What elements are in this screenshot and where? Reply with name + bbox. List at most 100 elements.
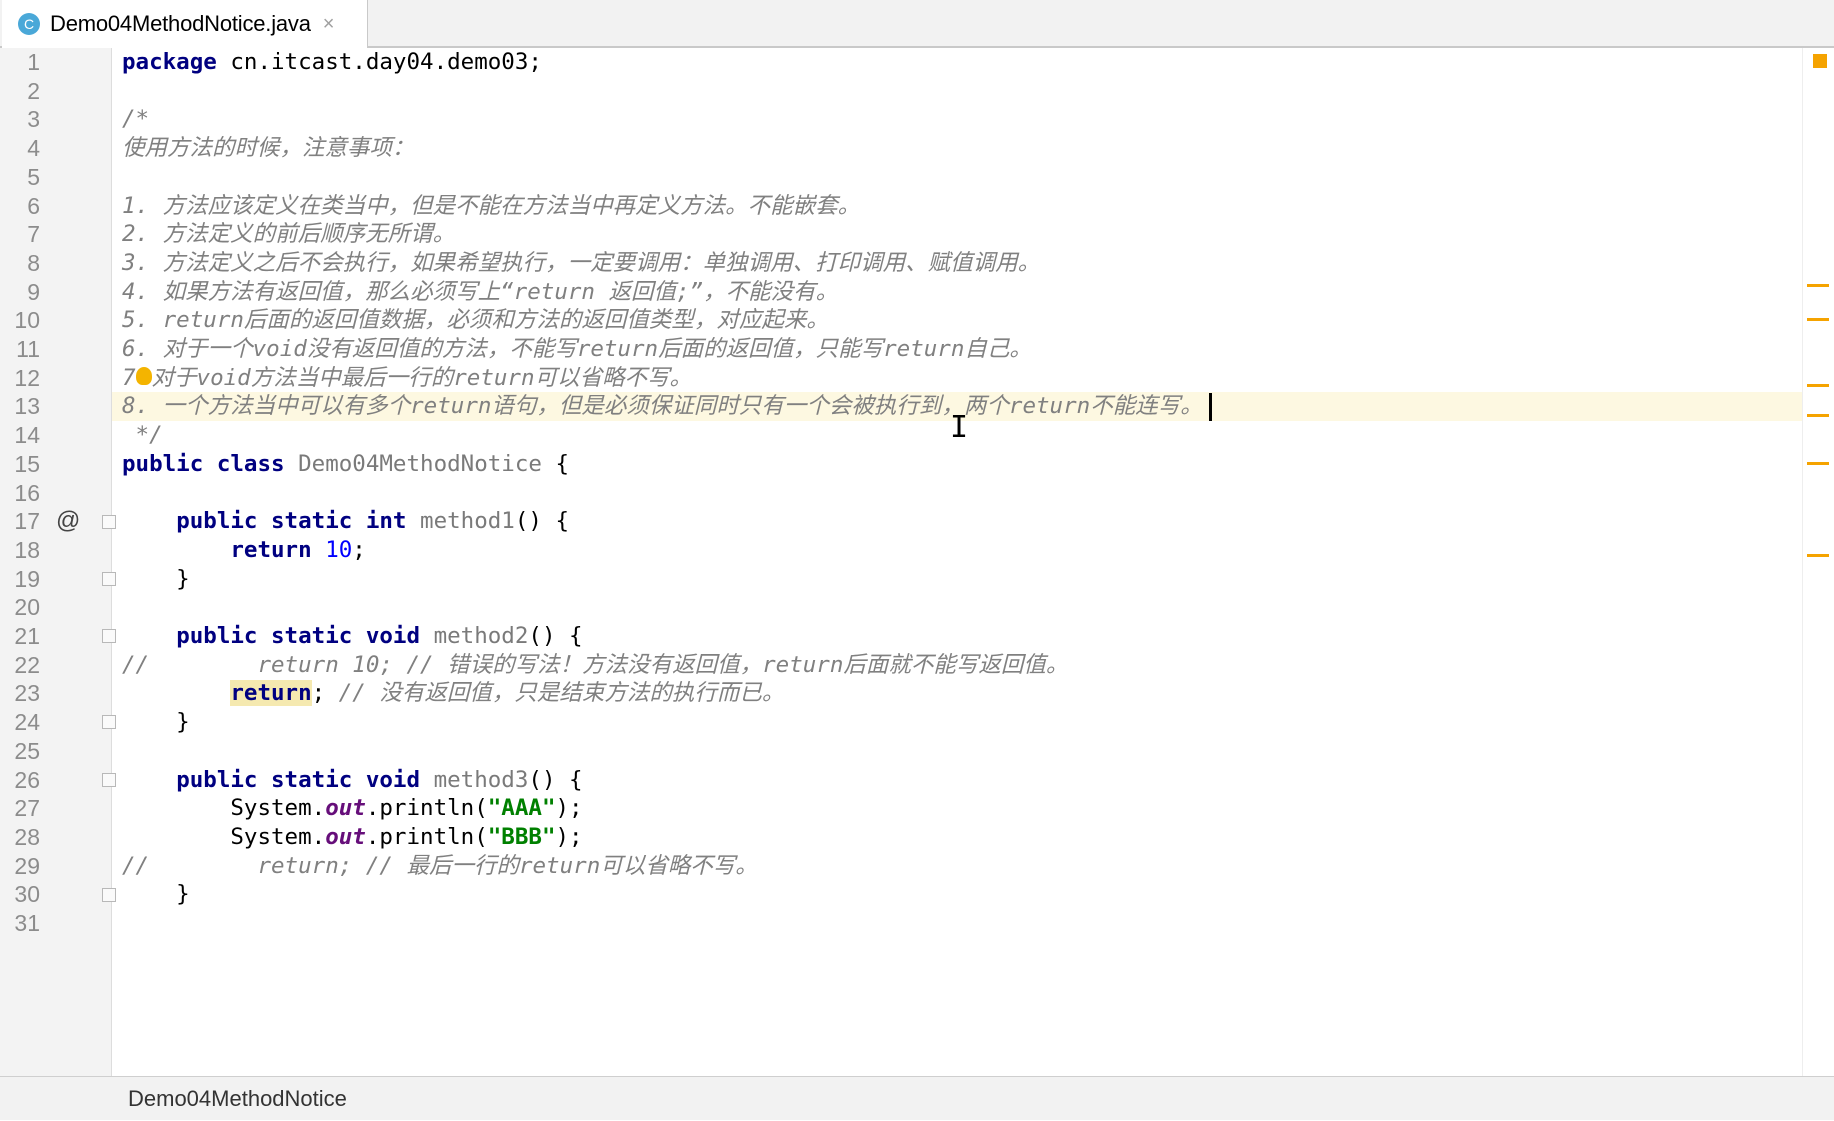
code-line[interactable]: 6. 对于一个void没有返回值的方法，不能写return后面的返回值，只能写r… [122, 335, 1032, 364]
gutter-line: 7 [0, 220, 112, 249]
line-number[interactable]: 9 [0, 278, 40, 307]
gutter-line: 2 [0, 77, 112, 106]
code-line[interactable]: } [122, 708, 190, 737]
line-number[interactable]: 4 [0, 134, 40, 163]
gutter-line: 10 [0, 306, 112, 335]
gutter-line: 26 [0, 766, 116, 795]
line-number[interactable]: 28 [0, 823, 40, 852]
gutter-line: 8 [0, 249, 112, 278]
line-number[interactable]: 31 [0, 909, 40, 938]
gutter-line: 12 [0, 364, 112, 393]
gutter-line: 3 [0, 105, 112, 134]
gutter-line: 4 [0, 134, 112, 163]
line-number[interactable]: 13 [0, 392, 40, 421]
line-number[interactable]: 8 [0, 249, 40, 278]
line-number[interactable]: 17 [0, 507, 40, 536]
error-stripe[interactable] [1802, 48, 1834, 1076]
code-line[interactable]: System.out.println("AAA"); [122, 794, 582, 823]
line-number[interactable]: 22 [0, 651, 40, 680]
warning-mark[interactable] [1807, 318, 1829, 321]
line-number-gutter: 1 2 3 4 5 6 7 8 9 10 11 12 13 14 15 16 17 @18 19 20 21 22 23 24… [0, 48, 116, 1076]
gutter-line: 6 [0, 192, 112, 221]
line-number[interactable]: 7 [0, 220, 40, 249]
gutter-line: 19 [0, 565, 116, 594]
line-number[interactable]: 12 [0, 364, 40, 393]
warning-mark[interactable] [1807, 284, 1829, 287]
line-number[interactable]: 23 [0, 679, 40, 708]
code-line[interactable]: System.out.println("BBB"); [122, 823, 582, 852]
tab-filename[interactable]: Demo04MethodNotice.java [50, 11, 311, 37]
line-number[interactable]: 2 [0, 77, 40, 106]
line-number[interactable]: 24 [0, 708, 40, 737]
breadcrumb-bar: Demo04MethodNotice [0, 1076, 1834, 1120]
gutter-line: 20 [0, 593, 112, 622]
line-number[interactable]: 5 [0, 163, 40, 192]
file-tab[interactable]: C Demo04MethodNotice.java × [2, 0, 368, 48]
gutter-line: 28 [0, 823, 112, 852]
code-line[interactable]: // return; // 最后一行的return可以省略不写。 [122, 852, 758, 881]
warning-mark[interactable] [1807, 414, 1829, 417]
code-line[interactable]: public static int method1() { [122, 507, 569, 536]
line-number[interactable]: 21 [0, 622, 40, 651]
gutter-line: 13 [0, 392, 112, 421]
gutter-line: 14 [0, 421, 112, 450]
gutter-line: 15 [0, 450, 112, 479]
gutter-line: 18 [0, 536, 112, 565]
code-line[interactable]: 使用方法的时候，注意事项： [122, 134, 415, 163]
java-class-icon: C [18, 13, 40, 35]
line-number[interactable]: 30 [0, 880, 40, 909]
line-number[interactable]: 15 [0, 450, 40, 479]
gutter-line: 21 [0, 622, 116, 651]
code-line[interactable]: // return 10; // 错误的写法！方法没有返回值，return后面就… [122, 651, 1068, 680]
code-line[interactable]: */ [122, 421, 163, 450]
line-number[interactable]: 20 [0, 593, 40, 622]
text-cursor-icon: I [950, 410, 969, 445]
gutter-line: 24 [0, 708, 116, 737]
line-number[interactable]: 10 [0, 306, 40, 335]
code-line[interactable]: 2. 方法定义的前后顺序无所谓。 [122, 220, 455, 249]
gutter-line: 30 [0, 880, 116, 909]
line-number[interactable]: 19 [0, 565, 40, 594]
line-number[interactable]: 14 [0, 421, 40, 450]
line-number[interactable]: 6 [0, 192, 40, 221]
code-line[interactable]: 7 对于void方法当中最后一行的return可以省略不写。 [122, 364, 692, 393]
code-line[interactable]: public class Demo04MethodNotice { [122, 450, 569, 479]
warning-indicator-icon[interactable] [1813, 54, 1827, 68]
gutter-line: 11 [0, 335, 112, 364]
code-line[interactable]: return 10; [122, 536, 365, 565]
gutter-line: 5 [0, 163, 112, 192]
code-line[interactable]: /* [122, 105, 149, 134]
line-number[interactable]: 1 [0, 48, 40, 77]
breadcrumb[interactable]: Demo04MethodNotice [128, 1077, 347, 1121]
editor-tab-bar: C Demo04MethodNotice.java × [0, 0, 1834, 48]
overrides-marker-icon[interactable]: @ [56, 507, 80, 536]
line-number[interactable]: 18 [0, 536, 40, 565]
code-line[interactable]: public static void method2() { [122, 622, 582, 651]
gutter-line: 22 [0, 651, 112, 680]
gutter-line: 23 [0, 679, 112, 708]
code-line[interactable]: 8. 一个方法当中可以有多个return语句，但是必须保证同时只有一个会被执行到… [122, 392, 1212, 421]
gutter-line: 17 @ [0, 507, 116, 536]
code-line[interactable]: 4. 如果方法有返回值，那么必须写上“return 返回值;”，不能没有。 [122, 278, 838, 307]
line-number[interactable]: 27 [0, 794, 40, 823]
line-number[interactable]: 16 [0, 479, 40, 508]
code-line[interactable]: 1. 方法应该定义在类当中，但是不能在方法当中再定义方法。不能嵌套。 [122, 192, 860, 221]
code-line[interactable]: return; // 没有返回值，只是结束方法的执行而已。 [122, 679, 784, 708]
code-line[interactable]: } [122, 880, 190, 909]
line-number[interactable]: 11 [0, 335, 40, 364]
code-line[interactable]: package cn.itcast.day04.demo03; [122, 48, 542, 77]
line-number[interactable]: 29 [0, 852, 40, 881]
warning-mark[interactable] [1807, 462, 1829, 465]
code-editor[interactable]: 1 2 3 4 5 6 7 8 9 10 11 12 13 14 15 16 17 @18 19 20 21 22 23 24… [0, 48, 1834, 1076]
line-number[interactable]: 26 [0, 766, 40, 795]
code-line[interactable]: } [122, 565, 190, 594]
code-line[interactable]: public static void method3() { [122, 766, 582, 795]
code-line[interactable]: 3. 方法定义之后不会执行，如果希望执行，一定要调用：单独调用、打印调用、赋值调… [122, 249, 1040, 278]
code-line[interactable]: 5. return后面的返回值数据，必须和方法的返回值类型，对应起来。 [122, 306, 829, 335]
warning-mark[interactable] [1807, 554, 1829, 557]
line-number[interactable]: 3 [0, 105, 40, 134]
line-number[interactable]: 25 [0, 737, 40, 766]
warning-mark[interactable] [1807, 384, 1829, 387]
code-area[interactable]: package cn.itcast.day04.demo03; /* 使用方法的时候… [112, 48, 1802, 1076]
close-tab-icon[interactable]: × [323, 13, 335, 36]
